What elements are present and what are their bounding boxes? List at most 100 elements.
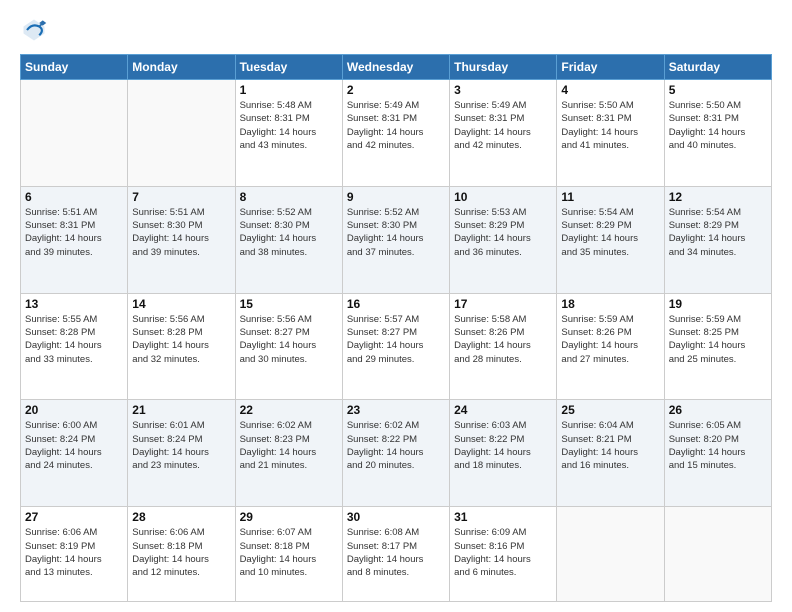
calendar-cell (557, 507, 664, 602)
col-header-thursday: Thursday (450, 55, 557, 80)
day-info: Sunrise: 6:03 AM Sunset: 8:22 PM Dayligh… (454, 419, 552, 472)
day-info: Sunrise: 6:04 AM Sunset: 8:21 PM Dayligh… (561, 419, 659, 472)
day-info: Sunrise: 6:02 AM Sunset: 8:22 PM Dayligh… (347, 419, 445, 472)
day-info: Sunrise: 5:49 AM Sunset: 8:31 PM Dayligh… (454, 99, 552, 152)
calendar-cell: 11 Sunrise: 5:54 AM Sunset: 8:29 PM Dayli… (557, 186, 664, 293)
day-info: Sunrise: 6:01 AM Sunset: 8:24 PM Dayligh… (132, 419, 230, 472)
col-header-monday: Monday (128, 55, 235, 80)
calendar-cell: 19Sunrise: 5:59 AM Sunset: 8:25 PM Dayli… (664, 293, 771, 400)
day-number: 10 (454, 190, 552, 204)
calendar-cell: 2Sunrise: 5:49 AM Sunset: 8:31 PM Daylig… (342, 80, 449, 187)
day-number: 16 (347, 297, 445, 311)
day-number: 2 (347, 83, 445, 97)
calendar-cell: 8 Sunrise: 5:52 AM Sunset: 8:30 PM Daylig… (235, 186, 342, 293)
day-info: Sunrise: 5:50 AM Sunset: 8:31 PM Dayligh… (561, 99, 659, 152)
calendar-cell: 26Sunrise: 6:05 AM Sunset: 8:20 PM Dayli… (664, 400, 771, 507)
calendar-cell: 15 Sunrise: 5:56 AM Sunset: 8:27 PM Dayli… (235, 293, 342, 400)
day-number: 21 (132, 403, 230, 417)
header (20, 16, 772, 44)
logo-icon (20, 16, 48, 44)
day-info: Sunrise: 5:54 AM Sunset: 8:29 PM Dayligh… (561, 206, 659, 259)
calendar-cell: 22 Sunrise: 6:02 AM Sunset: 8:23 PM Dayli… (235, 400, 342, 507)
day-info: Sunrise: 5:58 AM Sunset: 8:26 PM Dayligh… (454, 313, 552, 366)
day-info: Sunrise: 5:55 AM Sunset: 8:28 PM Dayligh… (25, 313, 123, 366)
calendar-cell: 17 Sunrise: 5:58 AM Sunset: 8:26 PM Dayli… (450, 293, 557, 400)
day-number: 19 (669, 297, 767, 311)
calendar-cell: 21 Sunrise: 6:01 AM Sunset: 8:24 PM Dayli… (128, 400, 235, 507)
day-info: Sunrise: 5:50 AM Sunset: 8:31 PM Dayligh… (669, 99, 767, 152)
calendar-cell: 14 Sunrise: 5:56 AM Sunset: 8:28 PM Dayli… (128, 293, 235, 400)
day-number: 4 (561, 83, 659, 97)
day-number: 13 (25, 297, 123, 311)
page: SundayMondayTuesdayWednesdayThursdayFrid… (0, 0, 792, 612)
day-number: 18 (561, 297, 659, 311)
day-info: Sunrise: 5:53 AM Sunset: 8:29 PM Dayligh… (454, 206, 552, 259)
col-header-wednesday: Wednesday (342, 55, 449, 80)
calendar-cell (664, 507, 771, 602)
day-number: 15 (240, 297, 338, 311)
day-info: Sunrise: 5:56 AM Sunset: 8:27 PM Dayligh… (240, 313, 338, 366)
day-number: 1 (240, 83, 338, 97)
day-number: 25 (561, 403, 659, 417)
day-number: 11 (561, 190, 659, 204)
day-number: 8 (240, 190, 338, 204)
day-number: 22 (240, 403, 338, 417)
calendar-week-row: 6 Sunrise: 5:51 AM Sunset: 8:31 PM Daylig… (21, 186, 772, 293)
day-info: Sunrise: 5:54 AM Sunset: 8:29 PM Dayligh… (669, 206, 767, 259)
day-number: 3 (454, 83, 552, 97)
calendar-cell: 24 Sunrise: 6:03 AM Sunset: 8:22 PM Dayli… (450, 400, 557, 507)
calendar-header-row: SundayMondayTuesdayWednesdayThursdayFrid… (21, 55, 772, 80)
day-number: 27 (25, 510, 123, 524)
day-number: 12 (669, 190, 767, 204)
day-info: Sunrise: 6:05 AM Sunset: 8:20 PM Dayligh… (669, 419, 767, 472)
day-info: Sunrise: 5:51 AM Sunset: 8:31 PM Dayligh… (25, 206, 123, 259)
day-number: 31 (454, 510, 552, 524)
day-info: Sunrise: 5:57 AM Sunset: 8:27 PM Dayligh… (347, 313, 445, 366)
col-header-tuesday: Tuesday (235, 55, 342, 80)
calendar-week-row: 20 Sunrise: 6:00 AM Sunset: 8:24 PM Dayli… (21, 400, 772, 507)
day-info: Sunrise: 5:51 AM Sunset: 8:30 PM Dayligh… (132, 206, 230, 259)
day-info: Sunrise: 5:48 AM Sunset: 8:31 PM Dayligh… (240, 99, 338, 152)
day-info: Sunrise: 5:52 AM Sunset: 8:30 PM Dayligh… (240, 206, 338, 259)
calendar-cell: 20 Sunrise: 6:00 AM Sunset: 8:24 PM Dayli… (21, 400, 128, 507)
calendar-cell: 6 Sunrise: 5:51 AM Sunset: 8:31 PM Daylig… (21, 186, 128, 293)
calendar-week-row: 1 Sunrise: 5:48 AM Sunset: 8:31 PM Daylig… (21, 80, 772, 187)
calendar-cell: 1 Sunrise: 5:48 AM Sunset: 8:31 PM Daylig… (235, 80, 342, 187)
calendar-cell: 10 Sunrise: 5:53 AM Sunset: 8:29 PM Dayli… (450, 186, 557, 293)
day-number: 29 (240, 510, 338, 524)
calendar-cell: 31 Sunrise: 6:09 AM Sunset: 8:16 PM Dayli… (450, 507, 557, 602)
day-number: 20 (25, 403, 123, 417)
day-number: 6 (25, 190, 123, 204)
col-header-sunday: Sunday (21, 55, 128, 80)
calendar-cell: 29 Sunrise: 6:07 AM Sunset: 8:18 PM Dayli… (235, 507, 342, 602)
day-info: Sunrise: 6:00 AM Sunset: 8:24 PM Dayligh… (25, 419, 123, 472)
day-info: Sunrise: 5:52 AM Sunset: 8:30 PM Dayligh… (347, 206, 445, 259)
col-header-saturday: Saturday (664, 55, 771, 80)
calendar-week-row: 27 Sunrise: 6:06 AM Sunset: 8:19 PM Dayli… (21, 507, 772, 602)
day-number: 24 (454, 403, 552, 417)
calendar-cell: 3 Sunrise: 5:49 AM Sunset: 8:31 PM Daylig… (450, 80, 557, 187)
calendar-cell: 9Sunrise: 5:52 AM Sunset: 8:30 PM Daylig… (342, 186, 449, 293)
col-header-friday: Friday (557, 55, 664, 80)
day-info: Sunrise: 6:08 AM Sunset: 8:17 PM Dayligh… (347, 526, 445, 579)
day-info: Sunrise: 6:06 AM Sunset: 8:19 PM Dayligh… (25, 526, 123, 579)
calendar-cell: 13 Sunrise: 5:55 AM Sunset: 8:28 PM Dayli… (21, 293, 128, 400)
calendar-cell: 25 Sunrise: 6:04 AM Sunset: 8:21 PM Dayli… (557, 400, 664, 507)
calendar-cell: 7Sunrise: 5:51 AM Sunset: 8:30 PM Daylig… (128, 186, 235, 293)
calendar-cell: 30Sunrise: 6:08 AM Sunset: 8:17 PM Dayli… (342, 507, 449, 602)
calendar-cell (128, 80, 235, 187)
calendar-week-row: 13 Sunrise: 5:55 AM Sunset: 8:28 PM Dayli… (21, 293, 772, 400)
calendar-cell (21, 80, 128, 187)
day-number: 23 (347, 403, 445, 417)
day-info: Sunrise: 6:02 AM Sunset: 8:23 PM Dayligh… (240, 419, 338, 472)
calendar-cell: 12 Sunrise: 5:54 AM Sunset: 8:29 PM Dayli… (664, 186, 771, 293)
day-info: Sunrise: 5:56 AM Sunset: 8:28 PM Dayligh… (132, 313, 230, 366)
calendar-cell: 18 Sunrise: 5:59 AM Sunset: 8:26 PM Dayli… (557, 293, 664, 400)
day-number: 28 (132, 510, 230, 524)
day-info: Sunrise: 5:59 AM Sunset: 8:26 PM Dayligh… (561, 313, 659, 366)
day-number: 17 (454, 297, 552, 311)
day-number: 14 (132, 297, 230, 311)
day-info: Sunrise: 6:09 AM Sunset: 8:16 PM Dayligh… (454, 526, 552, 579)
day-info: Sunrise: 6:07 AM Sunset: 8:18 PM Dayligh… (240, 526, 338, 579)
calendar-cell: 28Sunrise: 6:06 AM Sunset: 8:18 PM Dayli… (128, 507, 235, 602)
